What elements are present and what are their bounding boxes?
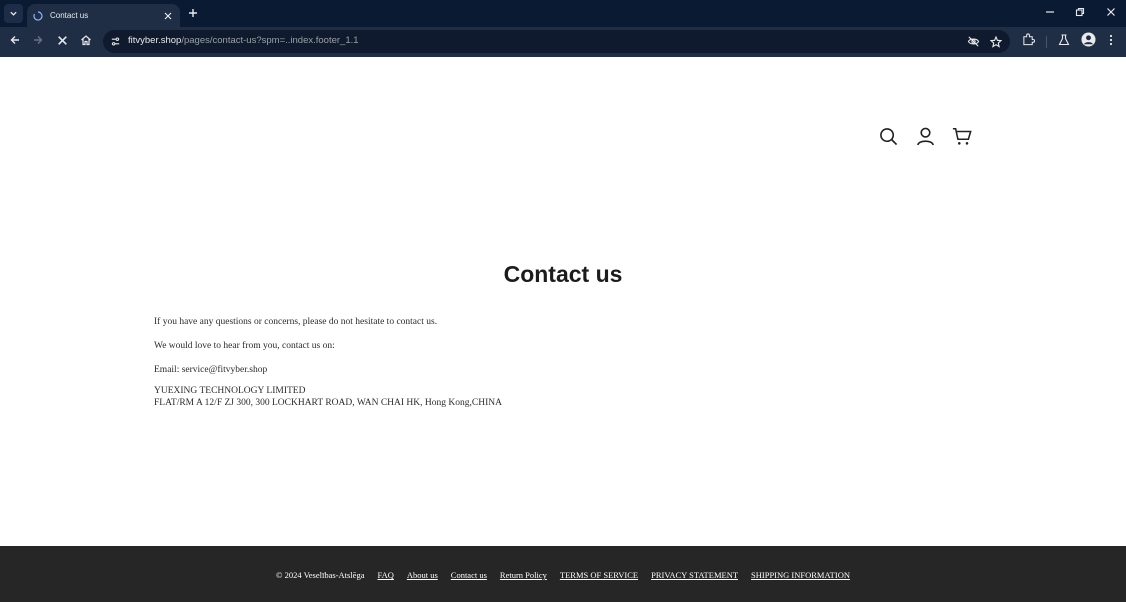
- url-domain: fitvyber.shop: [128, 35, 182, 46]
- flask-icon: [1058, 33, 1070, 51]
- forward-button[interactable]: [30, 34, 46, 50]
- minimize-icon: [1045, 4, 1055, 22]
- footer-link-return-policy[interactable]: Return Policy: [500, 570, 547, 580]
- profile-icon: [1080, 32, 1096, 52]
- back-button[interactable]: [7, 34, 23, 50]
- extensions-button[interactable]: [1020, 33, 1036, 51]
- close-icon: [1106, 4, 1116, 22]
- puzzle-icon: [1022, 33, 1035, 51]
- company-name: YUEXING TECHNOLOGY LIMITED: [154, 386, 306, 396]
- close-window-button[interactable]: [1102, 5, 1120, 21]
- star-icon[interactable]: [989, 35, 1002, 48]
- stop-loading-icon: [57, 33, 68, 51]
- labs-button[interactable]: [1056, 34, 1072, 50]
- address-bar[interactable]: fitvyber.shop/pages/contact-us?spm=..ind…: [103, 30, 1010, 53]
- company-address: FLAT/RM A 12/F ZJ 300, 300 LOCKHART ROAD…: [154, 398, 502, 408]
- browser-menu-button[interactable]: [1103, 34, 1119, 50]
- chevron-down-icon: [9, 5, 18, 23]
- search-icon[interactable]: [877, 125, 899, 147]
- stop-button[interactable]: [54, 34, 70, 50]
- footer-link-contact-us[interactable]: Contact us: [451, 570, 487, 580]
- footer-link-about-us[interactable]: About us: [407, 570, 438, 580]
- footer-link-terms-of-service[interactable]: TERMS OF SERVICE: [560, 570, 638, 580]
- profile-button[interactable]: [1080, 32, 1096, 52]
- footer-link-privacy-statement[interactable]: PRIVACY STATEMENT: [651, 570, 738, 580]
- eye-off-icon[interactable]: [967, 35, 980, 48]
- plus-icon: [188, 5, 198, 23]
- kebab-menu-icon: [1109, 33, 1113, 51]
- copyright-text: © 2024 Veselības-Atslēga: [276, 570, 365, 580]
- tab-list-button[interactable]: [4, 4, 23, 23]
- site-settings-icon[interactable]: [109, 35, 122, 48]
- browser-toolbar: fitvyber.shop/pages/contact-us?spm=..ind…: [0, 27, 1126, 57]
- forward-arrow-icon: [32, 33, 44, 51]
- minimize-button[interactable]: [1041, 5, 1059, 21]
- footer: © 2024 Veselības-Atslēga FAQ About us Co…: [0, 546, 1126, 602]
- url-text[interactable]: fitvyber.shop/pages/contact-us?spm=..ind…: [128, 35, 359, 46]
- tab-title: Contact us: [50, 11, 89, 20]
- footer-link-faq[interactable]: FAQ: [377, 570, 393, 580]
- footer-link-shipping-information[interactable]: SHIPPING INFORMATION: [751, 570, 850, 580]
- page-content: Contact us If you have any questions or …: [0, 57, 1126, 546]
- intro-text: If you have any questions or concerns, p…: [154, 317, 438, 327]
- new-tab-button[interactable]: [185, 6, 200, 21]
- email-text: Email: service@fitvyber.shop: [154, 365, 268, 375]
- cart-icon[interactable]: [951, 125, 973, 147]
- browser-tab-bar: Contact us: [0, 0, 1126, 27]
- back-arrow-icon: [9, 33, 21, 51]
- contact-prompt-text: We would love to hear from you, contact …: [154, 341, 335, 351]
- toolbar-divider: [1046, 36, 1047, 48]
- restore-icon: [1075, 4, 1085, 22]
- close-icon[interactable]: [162, 10, 174, 22]
- page-title: Contact us: [503, 261, 623, 287]
- home-button[interactable]: [78, 34, 94, 50]
- user-icon[interactable]: [914, 125, 936, 147]
- footer-links: © 2024 Veselības-Atslēga FAQ About us Co…: [0, 570, 1126, 580]
- url-path: /pages/contact-us?spm=..index.footer_1.1: [181, 35, 359, 46]
- restore-button[interactable]: [1071, 5, 1089, 21]
- loading-favicon-icon: [33, 10, 43, 21]
- home-icon: [80, 33, 92, 51]
- tab-contact-us[interactable]: Contact us: [27, 4, 180, 27]
